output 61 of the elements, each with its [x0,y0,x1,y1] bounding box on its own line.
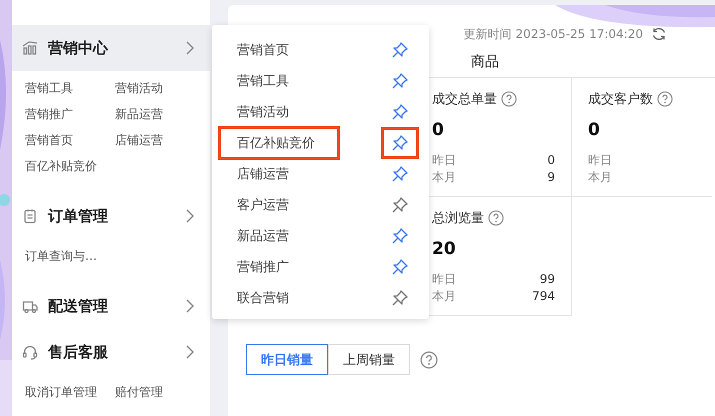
metric-label: 昨日 [588,152,612,169]
menu-item[interactable]: 店铺运营 [218,156,308,190]
metric-value: 0 [432,120,445,140]
chevron-right-icon [185,344,195,360]
metric-number: 794 [532,288,555,305]
help-icon [488,210,504,226]
pin-icon[interactable] [391,72,409,90]
help-icon [420,350,438,368]
toggle-button[interactable]: 上周销量 [328,344,410,375]
metric-title: 总浏览量 [432,210,484,227]
refresh-icon [651,26,667,42]
menu-group-header[interactable]: 营销中心 [12,25,210,71]
pin-icon[interactable] [391,134,409,152]
sidebar-link[interactable]: 赔付管理 [115,383,205,401]
help-icon [657,91,673,107]
pin-icon[interactable] [391,288,409,306]
sidebar-link[interactable]: 店铺运营 [115,131,205,149]
sidebar-link[interactable]: 营销工具 [25,79,115,97]
metric-title: 成交总单量 [432,91,497,108]
metric-value: 0 [588,120,601,140]
sidebar-link[interactable]: 营销推广 [25,105,115,123]
pin-icon[interactable] [391,40,409,58]
sidebar-link[interactable]: 营销首页 [25,131,115,149]
clipboard-icon [22,208,38,224]
chevron-right-icon [185,40,195,56]
metric-title: 成交客户数 [588,91,653,108]
sidebar-link[interactable]: 取消订单管理 [25,383,115,401]
update-time: 更新时间 2023-05-25 17:04:20 [464,26,643,42]
sidebar-link[interactable]: 营销活动 [115,79,205,97]
metric-label: 本月 [432,288,456,305]
pin-icon[interactable] [391,226,409,244]
bar-chart-icon [22,40,38,56]
metric-number: 99 [540,271,555,288]
pin-icon[interactable] [391,196,409,214]
chevron-right-icon [185,208,195,224]
toggle-button[interactable]: 昨日销量 [246,344,328,375]
menu-item[interactable]: 营销首页 [218,32,308,66]
menu-item[interactable]: 百亿补贴竞价 [218,126,340,160]
menu-item[interactable]: 新品运营 [218,218,308,252]
tab[interactable]: 商品 [471,53,499,71]
sidebar-link[interactable]: 新品运营 [115,105,205,123]
metric-label: 本月 [588,169,612,186]
help-icon [501,91,517,107]
sidebar-link[interactable]: 百亿补贴竞价 [25,157,115,175]
menu-item[interactable]: 营销活动 [218,94,308,128]
metric-number: 9 [547,169,555,186]
metric-label: 昨日 [432,152,456,169]
sidebar-link[interactable]: 订单查询与… [25,247,115,265]
menu-item[interactable]: 营销推广 [218,250,308,284]
menu-item[interactable]: 客户运营 [218,188,308,222]
headset-icon [22,344,38,360]
menu-item[interactable]: 联合营销 [218,280,308,314]
metric-label: 昨日 [432,271,456,288]
metric-label: 本月 [432,169,456,186]
pin-icon[interactable] [391,102,409,120]
pin-icon[interactable] [391,164,409,182]
metric-value: 20 [432,239,457,259]
menu-item[interactable]: 营销工具 [218,64,308,98]
chevron-right-icon [185,298,195,314]
pin-icon[interactable] [391,258,409,276]
metric-number: 0 [547,152,555,169]
